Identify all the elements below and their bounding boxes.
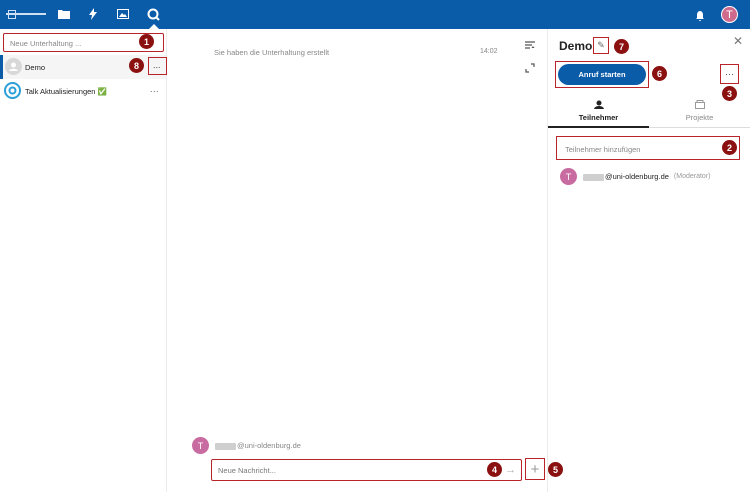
talk-icon[interactable] (146, 7, 160, 21)
redacted-text (215, 442, 236, 450)
callout-marker-2: 2 (722, 140, 737, 155)
callout-marker-7: 7 (614, 39, 629, 54)
message-author: T @uni-oldenburg.de (192, 437, 301, 454)
send-icon[interactable]: → (505, 464, 516, 476)
callout-marker-4: 4 (487, 462, 502, 477)
conversation-more-button[interactable]: ... (150, 84, 159, 94)
participant-name: @uni-oldenburg.de (583, 172, 669, 181)
fullscreen-icon[interactable] (525, 60, 535, 73)
room-title: Demo (559, 39, 593, 53)
callout-marker-6: 6 (652, 66, 667, 81)
attach-button[interactable]: + (525, 458, 545, 480)
close-icon[interactable]: ✕ (733, 34, 743, 48)
logo[interactable] (6, 10, 46, 19)
tab-label: Teilnehmer (578, 113, 619, 122)
conversation-label: Demo (25, 63, 46, 72)
edit-icon[interactable]: ✎ (593, 37, 609, 54)
new-message-input[interactable]: Neue Nachricht... (211, 459, 522, 481)
author-name: @uni-oldenburg.de (215, 441, 301, 450)
participant-row[interactable]: T @uni-oldenburg.de (Moderator) (560, 168, 711, 185)
tab-participants[interactable]: Teilnehmer (548, 98, 649, 128)
conversation-label: Talk Aktualisierungen ✅ (25, 87, 107, 96)
talk-logo-icon (4, 82, 21, 99)
tab-projects[interactable]: Projekte (649, 98, 750, 128)
more-icon: ... (153, 60, 161, 70)
user-avatar[interactable]: T (721, 6, 738, 23)
tab-label: Projekte (685, 113, 714, 122)
redacted-text (583, 173, 604, 181)
conversation-item-talk-updates[interactable]: Talk Aktualisierungen ✅ ... (0, 79, 166, 103)
participant-role: (Moderator) (673, 173, 711, 180)
participants-icon (594, 100, 604, 111)
filter-icon[interactable] (525, 37, 535, 49)
conversation-more-button[interactable]: ... (148, 57, 167, 75)
author-avatar: T (192, 437, 209, 454)
start-call-label: Anruf starten (558, 64, 646, 85)
projects-icon (695, 100, 705, 111)
top-navigation-bar: T (0, 0, 750, 29)
system-message-time: 14:02 (480, 48, 498, 55)
callout-marker-8: 8 (129, 58, 144, 73)
conversation-sidebar: Neue Unterhaltung ... Demo ... Talk Aktu… (0, 29, 167, 492)
start-call-button[interactable]: Anruf starten (555, 61, 649, 88)
gallery-icon[interactable] (116, 7, 130, 21)
system-message: Sie haben die Unterhaltung erstellt (214, 48, 330, 57)
add-participant-input[interactable]: Teilnehmer hinzufügen (556, 136, 740, 160)
conversation-avatar (5, 58, 22, 75)
participant-avatar: T (560, 168, 577, 185)
room-more-button[interactable]: ··· (720, 64, 739, 84)
callout-marker-1: 1 (139, 34, 154, 49)
notifications-icon[interactable] (696, 8, 706, 21)
files-icon[interactable] (57, 7, 71, 21)
activity-icon[interactable] (86, 7, 100, 21)
